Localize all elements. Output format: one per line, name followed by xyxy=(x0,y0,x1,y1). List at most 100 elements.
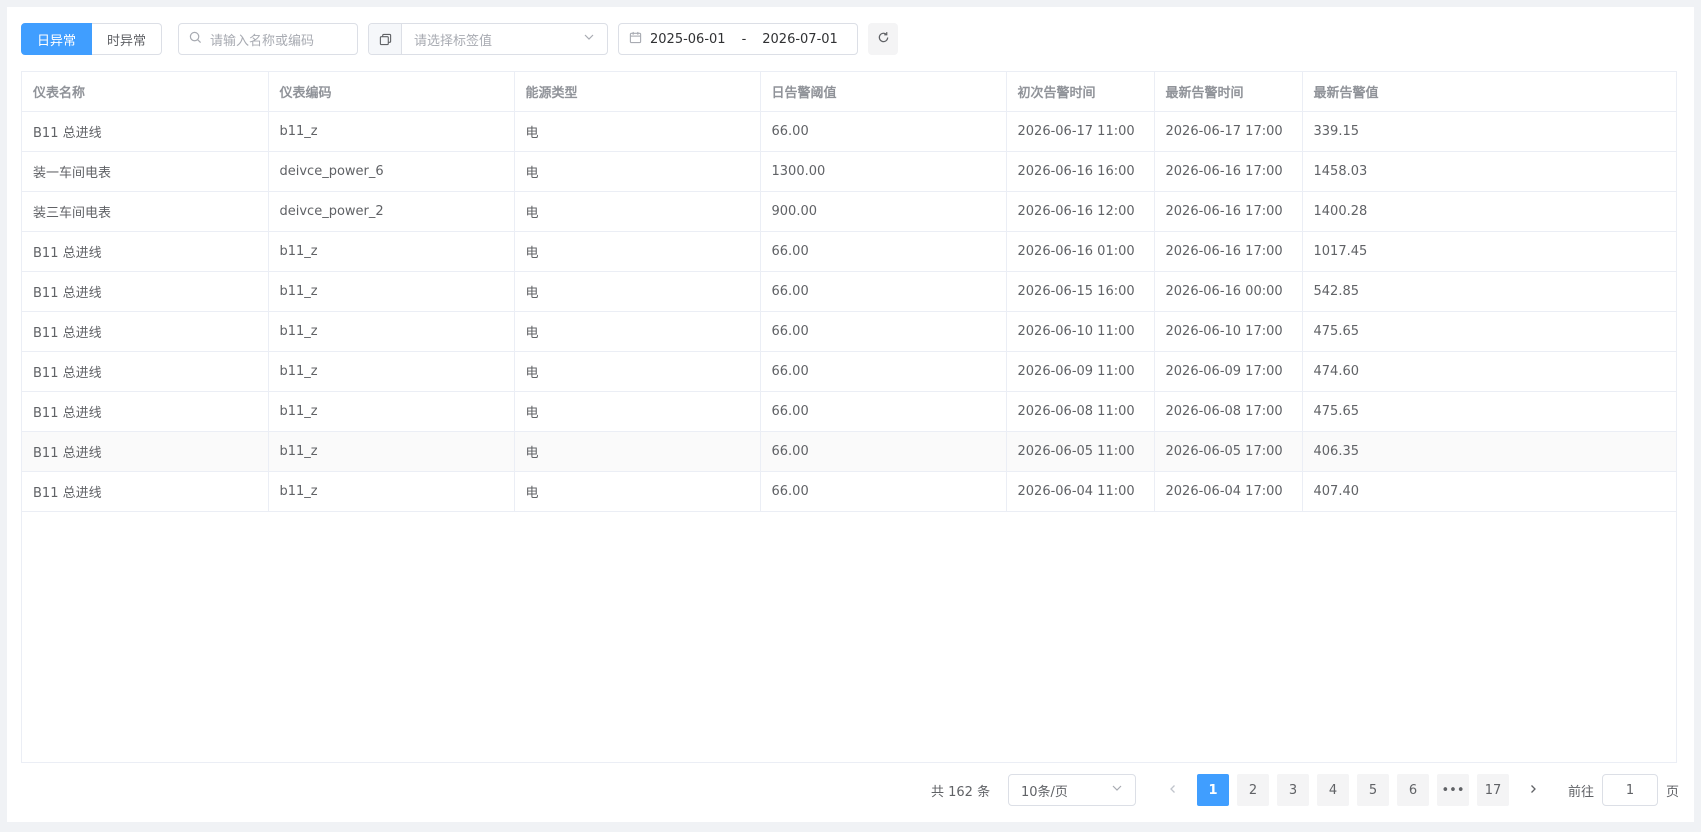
cell-latest-alarm-time: 2026-06-16 17:00 xyxy=(1154,151,1303,192)
chevron-down-icon xyxy=(1111,782,1123,798)
cell-meter-name: B11 总进线 xyxy=(22,471,269,512)
cell-daily-threshold: 66.00 xyxy=(760,471,1007,512)
cell-first-alarm-time: 2026-06-10 11:00 xyxy=(1006,311,1155,352)
prev-page-button[interactable] xyxy=(1157,774,1189,806)
column-header-daily-threshold[interactable]: 日告警阈值 xyxy=(760,72,1007,112)
cell-energy-type: 电 xyxy=(514,271,761,312)
cell-latest-alarm-value: 1017.45 xyxy=(1302,231,1676,272)
refresh-button[interactable] xyxy=(868,23,898,55)
column-header-meter-code[interactable]: 仪表编码 xyxy=(268,72,515,112)
column-header-energy-type[interactable]: 能源类型 xyxy=(514,72,761,112)
cell-first-alarm-time: 2026-06-04 11:00 xyxy=(1006,471,1155,512)
page-button-2[interactable]: 2 xyxy=(1237,774,1269,806)
page-button-6[interactable]: 6 xyxy=(1397,774,1429,806)
cell-first-alarm-time: 2026-06-09 11:00 xyxy=(1006,351,1155,392)
cell-latest-alarm-time: 2026-06-05 17:00 xyxy=(1154,431,1303,472)
cell-latest-alarm-time: 2026-06-08 17:00 xyxy=(1154,391,1303,432)
more-pages-button[interactable]: ••• xyxy=(1437,774,1469,806)
cell-first-alarm-time: 2026-06-16 01:00 xyxy=(1006,231,1155,272)
table-row[interactable]: B11 总进线 b11_z 电 66.00 2026-06-04 11:00 2026-0… xyxy=(22,471,1676,512)
cell-latest-alarm-value: 542.85 xyxy=(1302,271,1676,312)
cell-meter-code: b11_z xyxy=(268,111,515,152)
table-row[interactable]: B11 总进线 b11_z 电 66.00 2026-06-09 11:00 2026-0… xyxy=(22,351,1676,392)
cell-meter-name: 装三车间电表 xyxy=(22,191,269,232)
cell-energy-type: 电 xyxy=(514,231,761,272)
cell-energy-type: 电 xyxy=(514,111,761,152)
date-start[interactable]: 2025-06-01 xyxy=(650,32,726,47)
cell-energy-type: 电 xyxy=(514,191,761,232)
cell-meter-name: B11 总进线 xyxy=(22,111,269,152)
cell-first-alarm-time: 2026-06-16 16:00 xyxy=(1006,151,1155,192)
page-button-1[interactable]: 1 xyxy=(1197,774,1229,806)
page-button-17[interactable]: 17 xyxy=(1477,774,1509,806)
search-input[interactable]: 请输入名称或编码 xyxy=(178,23,358,55)
cell-latest-alarm-value: 475.65 xyxy=(1302,311,1676,352)
cell-meter-code: deivce_power_6 xyxy=(268,151,515,192)
table-row[interactable]: B11 总进线 b11_z 电 66.00 2026-06-05 11:00 2026-0… xyxy=(22,431,1676,472)
cell-meter-code: b11_z xyxy=(268,311,515,352)
pagination-total: 共 162 条 xyxy=(931,784,991,800)
column-header-meter-name[interactable]: 仪表名称 xyxy=(22,72,269,112)
goto-suffix: 页 xyxy=(1666,784,1680,800)
next-page-button[interactable] xyxy=(1517,774,1549,806)
page-button-3[interactable]: 3 xyxy=(1277,774,1309,806)
page-size-select[interactable]: 10条/页 xyxy=(1008,774,1136,806)
cell-energy-type: 电 xyxy=(514,351,761,392)
date-range-picker[interactable]: 2025-06-01 - 2026-07-01 xyxy=(618,23,858,55)
cell-daily-threshold: 900.00 xyxy=(760,191,1007,232)
date-end[interactable]: 2026-07-01 xyxy=(762,32,838,47)
cell-meter-name: B11 总进线 xyxy=(22,431,269,472)
cell-first-alarm-time: 2026-06-05 11:00 xyxy=(1006,431,1155,472)
cell-latest-alarm-time: 2026-06-16 17:00 xyxy=(1154,231,1303,272)
pagination-pages: 1 2 3 4 5 6 ••• 17 xyxy=(1157,774,1557,806)
column-header-latest-alarm-value[interactable]: 最新告警值 xyxy=(1302,72,1676,112)
cell-latest-alarm-time: 2026-06-04 17:00 xyxy=(1154,471,1303,512)
refresh-icon xyxy=(877,31,890,48)
goto-page-input[interactable]: 1 xyxy=(1602,774,1659,806)
alarm-table: 仪表名称 仪表编码 能源类型 日告警阈值 初次告警时间 最新告警时间 最新告警值… xyxy=(21,71,1677,763)
cell-latest-alarm-time: 2026-06-16 17:00 xyxy=(1154,191,1303,232)
table-row[interactable]: 装一车间电表 deivce_power_6 电 1300.00 2026-06-16 1… xyxy=(22,151,1676,192)
column-header-first-alarm-time[interactable]: 初次告警时间 xyxy=(1006,72,1155,112)
cell-latest-alarm-value: 339.15 xyxy=(1302,111,1676,152)
copy-icon xyxy=(369,24,402,54)
chevron-right-icon xyxy=(1528,783,1538,798)
tag-select[interactable]: 请选择标签值 xyxy=(368,23,608,55)
tab-daily-anomaly[interactable]: 日异常 xyxy=(21,23,93,55)
cell-first-alarm-time: 2026-06-15 16:00 xyxy=(1006,271,1155,312)
cell-daily-threshold: 66.00 xyxy=(760,231,1007,272)
cell-daily-threshold: 66.00 xyxy=(760,391,1007,432)
table-row[interactable]: B11 总进线 b11_z 电 66.00 2026-06-10 11:00 2026-0… xyxy=(22,311,1676,352)
cell-latest-alarm-time: 2026-06-16 00:00 xyxy=(1154,271,1303,312)
column-header-latest-alarm-time[interactable]: 最新告警时间 xyxy=(1154,72,1303,112)
cell-daily-threshold: 1300.00 xyxy=(760,151,1007,192)
cell-meter-code: b11_z xyxy=(268,471,515,512)
cell-meter-code: b11_z xyxy=(268,231,515,272)
cell-latest-alarm-value: 474.60 xyxy=(1302,351,1676,392)
cell-energy-type: 电 xyxy=(514,151,761,192)
cell-latest-alarm-time: 2026-06-09 17:00 xyxy=(1154,351,1303,392)
table-row[interactable]: B11 总进线 b11_z 电 66.00 2026-06-08 11:00 2026-0… xyxy=(22,391,1676,432)
table-row[interactable]: B11 总进线 b11_z 电 66.00 2026-06-15 16:00 2026-0… xyxy=(22,271,1676,312)
tab-hourly-anomaly[interactable]: 时异常 xyxy=(92,23,163,55)
page-button-4[interactable]: 4 xyxy=(1317,774,1349,806)
cell-meter-name: B11 总进线 xyxy=(22,311,269,352)
page-button-5[interactable]: 5 xyxy=(1357,774,1389,806)
table-row[interactable]: B11 总进线 b11_z 电 66.00 2026-06-16 01:00 2026-0… xyxy=(22,231,1676,272)
cell-meter-code: b11_z xyxy=(268,391,515,432)
cell-first-alarm-time: 2026-06-16 12:00 xyxy=(1006,191,1155,232)
table-row[interactable]: B11 总进线 b11_z 电 66.00 2026-06-17 11:00 2026-0… xyxy=(22,111,1676,152)
cell-meter-name: B11 总进线 xyxy=(22,271,269,312)
cell-latest-alarm-value: 1400.28 xyxy=(1302,191,1676,232)
goto-page: 前往 1 页 xyxy=(1568,774,1679,806)
main-panel: 日异常 时异常 请输入名称或编码 请选择标签值 2025-06-01 - 202… xyxy=(7,7,1694,822)
search-placeholder: 请输入名称或编码 xyxy=(210,33,315,49)
cell-energy-type: 电 xyxy=(514,431,761,472)
chevron-down-icon xyxy=(583,31,595,47)
table-body: B11 总进线 b11_z 电 66.00 2026-06-17 11:00 2026-0… xyxy=(22,111,1676,512)
table-row[interactable]: 装三车间电表 deivce_power_2 电 900.00 2026-06-16 12… xyxy=(22,191,1676,232)
cell-daily-threshold: 66.00 xyxy=(760,271,1007,312)
cell-daily-threshold: 66.00 xyxy=(760,351,1007,392)
page-size-value: 10条/页 xyxy=(1021,784,1068,800)
cell-energy-type: 电 xyxy=(514,471,761,512)
